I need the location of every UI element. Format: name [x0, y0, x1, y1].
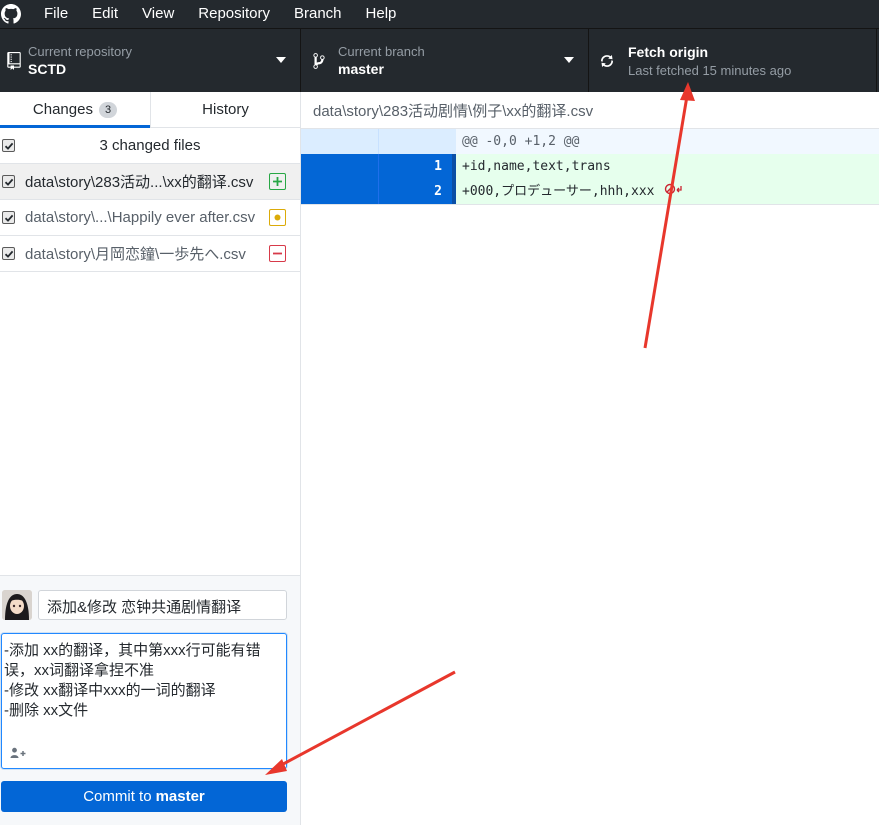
file-path: data\story\...\Happily ever after.csv: [25, 209, 256, 226]
menu-help[interactable]: Help: [354, 0, 409, 28]
file-row[interactable]: data\story\...\Happily ever after.csv: [0, 200, 300, 236]
file-modified-icon: [269, 209, 286, 226]
repository-label: Current repository: [28, 44, 133, 59]
line-content: +id,name,text,trans: [456, 154, 879, 179]
tab-history-label: History: [202, 101, 249, 118]
fetch-origin-button[interactable]: Fetch origin Last fetched 15 minutes ago: [589, 29, 877, 93]
commit-button-label: Commit to: [83, 788, 152, 805]
line-content-wrap: +000,プロデューサー,hhh,xxx: [456, 179, 879, 204]
toolbar: Current repository SCTD Current branch m…: [0, 28, 879, 93]
sidebar-tabs: Changes 3 History: [0, 92, 300, 128]
diff-line[interactable]: 1 +id,name,text,trans: [301, 154, 879, 179]
line-number: 2: [379, 179, 456, 204]
description-line: 误，xx词翻译拿捏不准: [4, 662, 155, 679]
description-line: -删除 xx文件: [4, 702, 89, 719]
commit-button[interactable]: Commit to master: [1, 781, 287, 812]
old-line-gutter: [301, 154, 379, 179]
diff-table: @@ -0,0 +1,2 @@ 1 +id,name,text,trans 2 …: [301, 129, 879, 204]
menu-file[interactable]: File: [32, 0, 80, 28]
menu-branch[interactable]: Branch: [282, 0, 354, 28]
file-row[interactable]: data\story\月岡恋鐘\一歩先へ.csv: [0, 236, 300, 272]
file-path: data\story\283活动...\xx的翻译.csv: [25, 174, 254, 191]
commit-summary-input[interactable]: 添加&修改 恋钟共通剧情翻译: [38, 590, 287, 620]
file-checkbox[interactable]: [2, 211, 15, 224]
hunk-header: @@ -0,0 +1,2 @@: [456, 129, 879, 154]
line-number: 1: [379, 154, 456, 179]
caret-down-icon: [564, 57, 574, 63]
fetch-origin-label: Fetch origin: [628, 44, 709, 60]
menu-bar: File Edit View Repository Branch Help: [0, 0, 879, 28]
sync-icon: [593, 53, 621, 69]
diff-divider: [301, 204, 879, 205]
menu-repository[interactable]: Repository: [186, 0, 282, 28]
file-checkbox[interactable]: [2, 175, 15, 188]
repo-icon: [0, 52, 28, 70]
tab-history[interactable]: History: [150, 92, 300, 127]
description-line: -修改 xx翻译中xxx的一词的翻译: [4, 682, 216, 699]
branch-icon: [305, 52, 333, 70]
avatar: [2, 590, 32, 620]
no-newline-icon: [664, 179, 684, 204]
current-repository-button[interactable]: Current repository SCTD: [0, 29, 301, 93]
menu-edit[interactable]: Edit: [80, 0, 130, 28]
github-desktop-window: File Edit View Repository Branch Help Cu…: [0, 0, 879, 825]
commit-message-area: 添加&修改 恋钟共通剧情翻译 -添加 xx的翻译，其中第xxx行可能有错 误，x…: [0, 575, 300, 825]
menu-view[interactable]: View: [130, 0, 186, 28]
branch-name: master: [338, 61, 384, 77]
changed-files-count: 3 changed files: [99, 137, 201, 154]
line-content: +000,プロデューサー,hhh,xxx: [462, 184, 655, 199]
file-path: data\story\月岡恋鐘\一歩先へ.csv: [25, 246, 246, 263]
github-logo-icon: [0, 3, 22, 25]
file-deleted-icon: [269, 245, 286, 262]
file-added-icon: [269, 173, 286, 190]
branch-label: Current branch: [338, 44, 425, 59]
caret-down-icon: [276, 57, 286, 63]
tab-changes[interactable]: Changes 3: [0, 92, 150, 128]
old-line-gutter: [301, 179, 379, 204]
changes-count-badge: 3: [98, 101, 118, 118]
diff-line[interactable]: 2 +000,プロデューサー,hhh,xxx: [301, 179, 879, 204]
tab-changes-label: Changes: [32, 101, 93, 118]
file-checkbox[interactable]: [2, 247, 15, 260]
add-coauthor-icon[interactable]: [10, 746, 26, 758]
current-branch-button[interactable]: Current branch master: [301, 29, 589, 93]
commit-button-branch: master: [155, 788, 205, 805]
description-line: -添加 xx的翻译，其中第xxx行可能有错: [4, 642, 261, 659]
file-row[interactable]: data\story\283活动...\xx的翻译.csv: [0, 164, 300, 200]
old-line-gutter: [301, 129, 379, 154]
changed-files-header: 3 changed files: [0, 128, 300, 164]
diff-hunk-row[interactable]: @@ -0,0 +1,2 @@: [301, 129, 879, 154]
diff-panel: data\story\283活动剧情\例子\xx的翻译.csv @@ -0,0 …: [301, 92, 879, 825]
last-fetched-text: Last fetched 15 minutes ago: [628, 63, 792, 78]
new-line-gutter: [379, 129, 456, 154]
diff-file-path: data\story\283活动剧情\例子\xx的翻译.csv: [301, 92, 879, 129]
repository-name: SCTD: [28, 61, 67, 77]
commit-description-textarea[interactable]: -添加 xx的翻译，其中第xxx行可能有错 误，xx词翻译拿捏不准 -修改 xx…: [1, 633, 287, 769]
